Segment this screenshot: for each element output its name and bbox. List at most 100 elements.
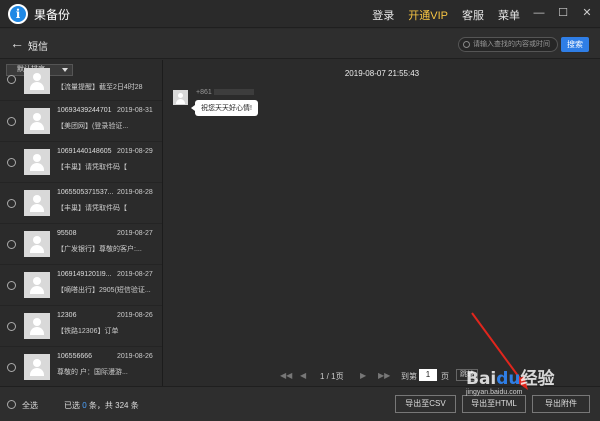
message-sender: 1065505371537... xyxy=(57,189,114,196)
login-link[interactable]: 登录 xyxy=(372,7,394,23)
watermark-logo-suffix: 经验 xyxy=(520,369,555,389)
prev-page-icon[interactable]: ◀ xyxy=(300,371,306,380)
menu-link[interactable]: 菜单 xyxy=(498,7,520,23)
export-html-button[interactable]: 导出至HTML xyxy=(462,395,526,413)
title-bar: i 果备份 登录 开通VIP 客服 菜单 — ☐ ✕ xyxy=(0,0,600,28)
selected-count: 0 xyxy=(82,401,87,410)
selected-mid: 条，共 xyxy=(88,401,113,410)
message-preview: 【美团网】(登录验证... xyxy=(57,123,129,130)
avatar xyxy=(24,149,50,175)
message-date: 2019-08-27 xyxy=(117,271,153,278)
avatar xyxy=(24,313,50,339)
minimize-icon[interactable]: — xyxy=(530,4,548,22)
next-page-icon[interactable]: ▶ xyxy=(360,371,366,380)
export-attachments-button[interactable]: 导出附件 xyxy=(532,395,590,413)
page-unit: 页 xyxy=(441,372,449,381)
conversation-sender: +861 xyxy=(196,89,254,96)
message-sender: 95508 xyxy=(57,230,77,237)
avatar xyxy=(24,354,50,380)
message-list: 【流量提醒】截至2日4时28 10693439244701 2019-08-31… xyxy=(0,68,162,386)
message-sender: 12306 xyxy=(57,312,77,319)
maximize-icon[interactable]: ☐ xyxy=(554,4,572,22)
message-date: 2019-08-29 xyxy=(117,148,153,155)
app-title: 果备份 xyxy=(34,8,71,22)
watermark-logo: Baidu经验 xyxy=(466,364,555,389)
select-radio[interactable] xyxy=(7,158,16,167)
chevron-down-icon xyxy=(62,68,68,72)
selected-suffix: 条 xyxy=(130,401,139,410)
export-csv-button[interactable]: 导出至CSV xyxy=(395,395,456,413)
list-item[interactable]: 【流量提醒】截至2日4时28 xyxy=(0,68,162,101)
message-preview: 【铁路12306】订单 xyxy=(57,328,119,335)
message-date: 2019-08-27 xyxy=(117,230,153,237)
support-link[interactable]: 客服 xyxy=(462,7,484,23)
selection-status: 已选 0 条，共 324 条 xyxy=(64,400,139,411)
message-preview: 【嘀嗒出行】2905(短信验证... xyxy=(57,287,151,294)
message-sender: 10691491201I9... xyxy=(57,271,112,278)
conversation-panel: 2019-08-07 21:55:43 +861 祝您天天好心情! ◀◀ ◀ 1… xyxy=(164,60,600,386)
select-radio[interactable] xyxy=(7,281,16,290)
message-preview: 【丰巢】请凭取件码【 xyxy=(57,205,127,212)
watermark-url: jingyan.baidu.com xyxy=(466,389,523,396)
vip-link[interactable]: 开通VIP xyxy=(408,7,448,23)
last-page-icon[interactable]: ▶▶ xyxy=(378,371,390,380)
select-all-label[interactable]: 全选 xyxy=(22,400,38,411)
window-controls: — ☐ ✕ xyxy=(530,4,596,22)
message-date: 2019-08-31 xyxy=(117,107,153,114)
select-radio[interactable] xyxy=(7,322,16,331)
baidu-watermark: Baidu经验 jingyan.baidu.com xyxy=(466,364,555,396)
avatar xyxy=(24,272,50,298)
message-preview: 【流量提醒】截至2日4时28 xyxy=(57,84,143,91)
select-radio[interactable] xyxy=(7,199,16,208)
conversation-timestamp: 2019-08-07 21:55:43 xyxy=(344,69,420,78)
list-item[interactable]: 1065505371537... 2019-08-28 【丰巢】请凭取件码【 xyxy=(0,183,162,224)
page-number-input[interactable]: 1 xyxy=(419,369,437,381)
total-count: 324 xyxy=(115,401,129,410)
avatar xyxy=(24,190,50,216)
list-item[interactable]: 10693439244701 2019-08-31 【美团网】(登录验证... xyxy=(0,101,162,142)
page-info: 1 / 1页 xyxy=(320,372,344,381)
select-radio[interactable] xyxy=(7,363,16,372)
message-preview: 【广发银行】尊敬的客户:... xyxy=(57,246,142,253)
search-placeholder: 请输入查找的内容或时间 xyxy=(473,41,550,48)
message-date: 2019-08-26 xyxy=(117,353,153,360)
selected-prefix: 已选 xyxy=(64,401,80,410)
search-icon xyxy=(463,41,470,48)
redacted-number xyxy=(213,89,254,96)
message-date: 2019-08-26 xyxy=(117,312,153,319)
message-preview: 尊敬的 户：国际漫游... xyxy=(57,369,128,376)
list-item[interactable]: 12306 2019-08-26 【铁路12306】订单 xyxy=(0,306,162,347)
list-item[interactable]: 95508 2019-08-27 【广发银行】尊敬的客户:... xyxy=(0,224,162,265)
message-preview: 【丰巢】请凭取件码【 xyxy=(57,164,127,171)
sender-prefix: +861 xyxy=(196,89,212,96)
avatar xyxy=(24,68,50,94)
search-button[interactable]: 搜索 xyxy=(561,37,589,52)
app-logo-icon: i xyxy=(8,4,28,24)
sub-header: ← 短信 请输入查找的内容或时间 搜索 xyxy=(0,29,600,59)
first-page-icon[interactable]: ◀◀ xyxy=(280,371,292,380)
watermark-logo-text: Bai xyxy=(466,369,497,389)
message-sender: 10693439244701 xyxy=(57,107,112,114)
avatar xyxy=(173,90,188,105)
message-date: 2019-08-28 xyxy=(117,189,153,196)
search-input[interactable]: 请输入查找的内容或时间 xyxy=(458,37,558,52)
page-title: 短信 xyxy=(28,42,48,53)
message-sender: 106556666 xyxy=(57,353,93,360)
goto-label: 到第 xyxy=(401,372,417,381)
message-list-panel: 默认排序 【流量提醒】截至2日4时28 10693439244701 2019-… xyxy=(0,60,163,386)
avatar xyxy=(24,108,50,134)
list-item[interactable]: 10691440148605 2019-08-29 【丰巢】请凭取件码【 xyxy=(0,142,162,183)
title-menu: 登录 开通VIP 客服 菜单 xyxy=(372,7,520,23)
select-radio[interactable] xyxy=(7,117,16,126)
list-item[interactable]: 106556666 2019-08-26 尊敬的 户：国际漫游... xyxy=(0,347,162,386)
message-bubble: 祝您天天好心情! xyxy=(191,100,258,116)
select-all-radio[interactable] xyxy=(7,400,16,409)
message-sender: 10691440148605 xyxy=(57,148,112,155)
back-arrow-icon[interactable]: ← xyxy=(10,36,24,50)
list-item[interactable]: 10691491201I9... 2019-08-27 【嘀嗒出行】2905(短… xyxy=(0,265,162,306)
close-icon[interactable]: ✕ xyxy=(578,4,596,22)
avatar xyxy=(24,231,50,257)
select-radio[interactable] xyxy=(7,75,16,84)
watermark-logo-accent: du xyxy=(496,369,521,389)
select-radio[interactable] xyxy=(7,240,16,249)
